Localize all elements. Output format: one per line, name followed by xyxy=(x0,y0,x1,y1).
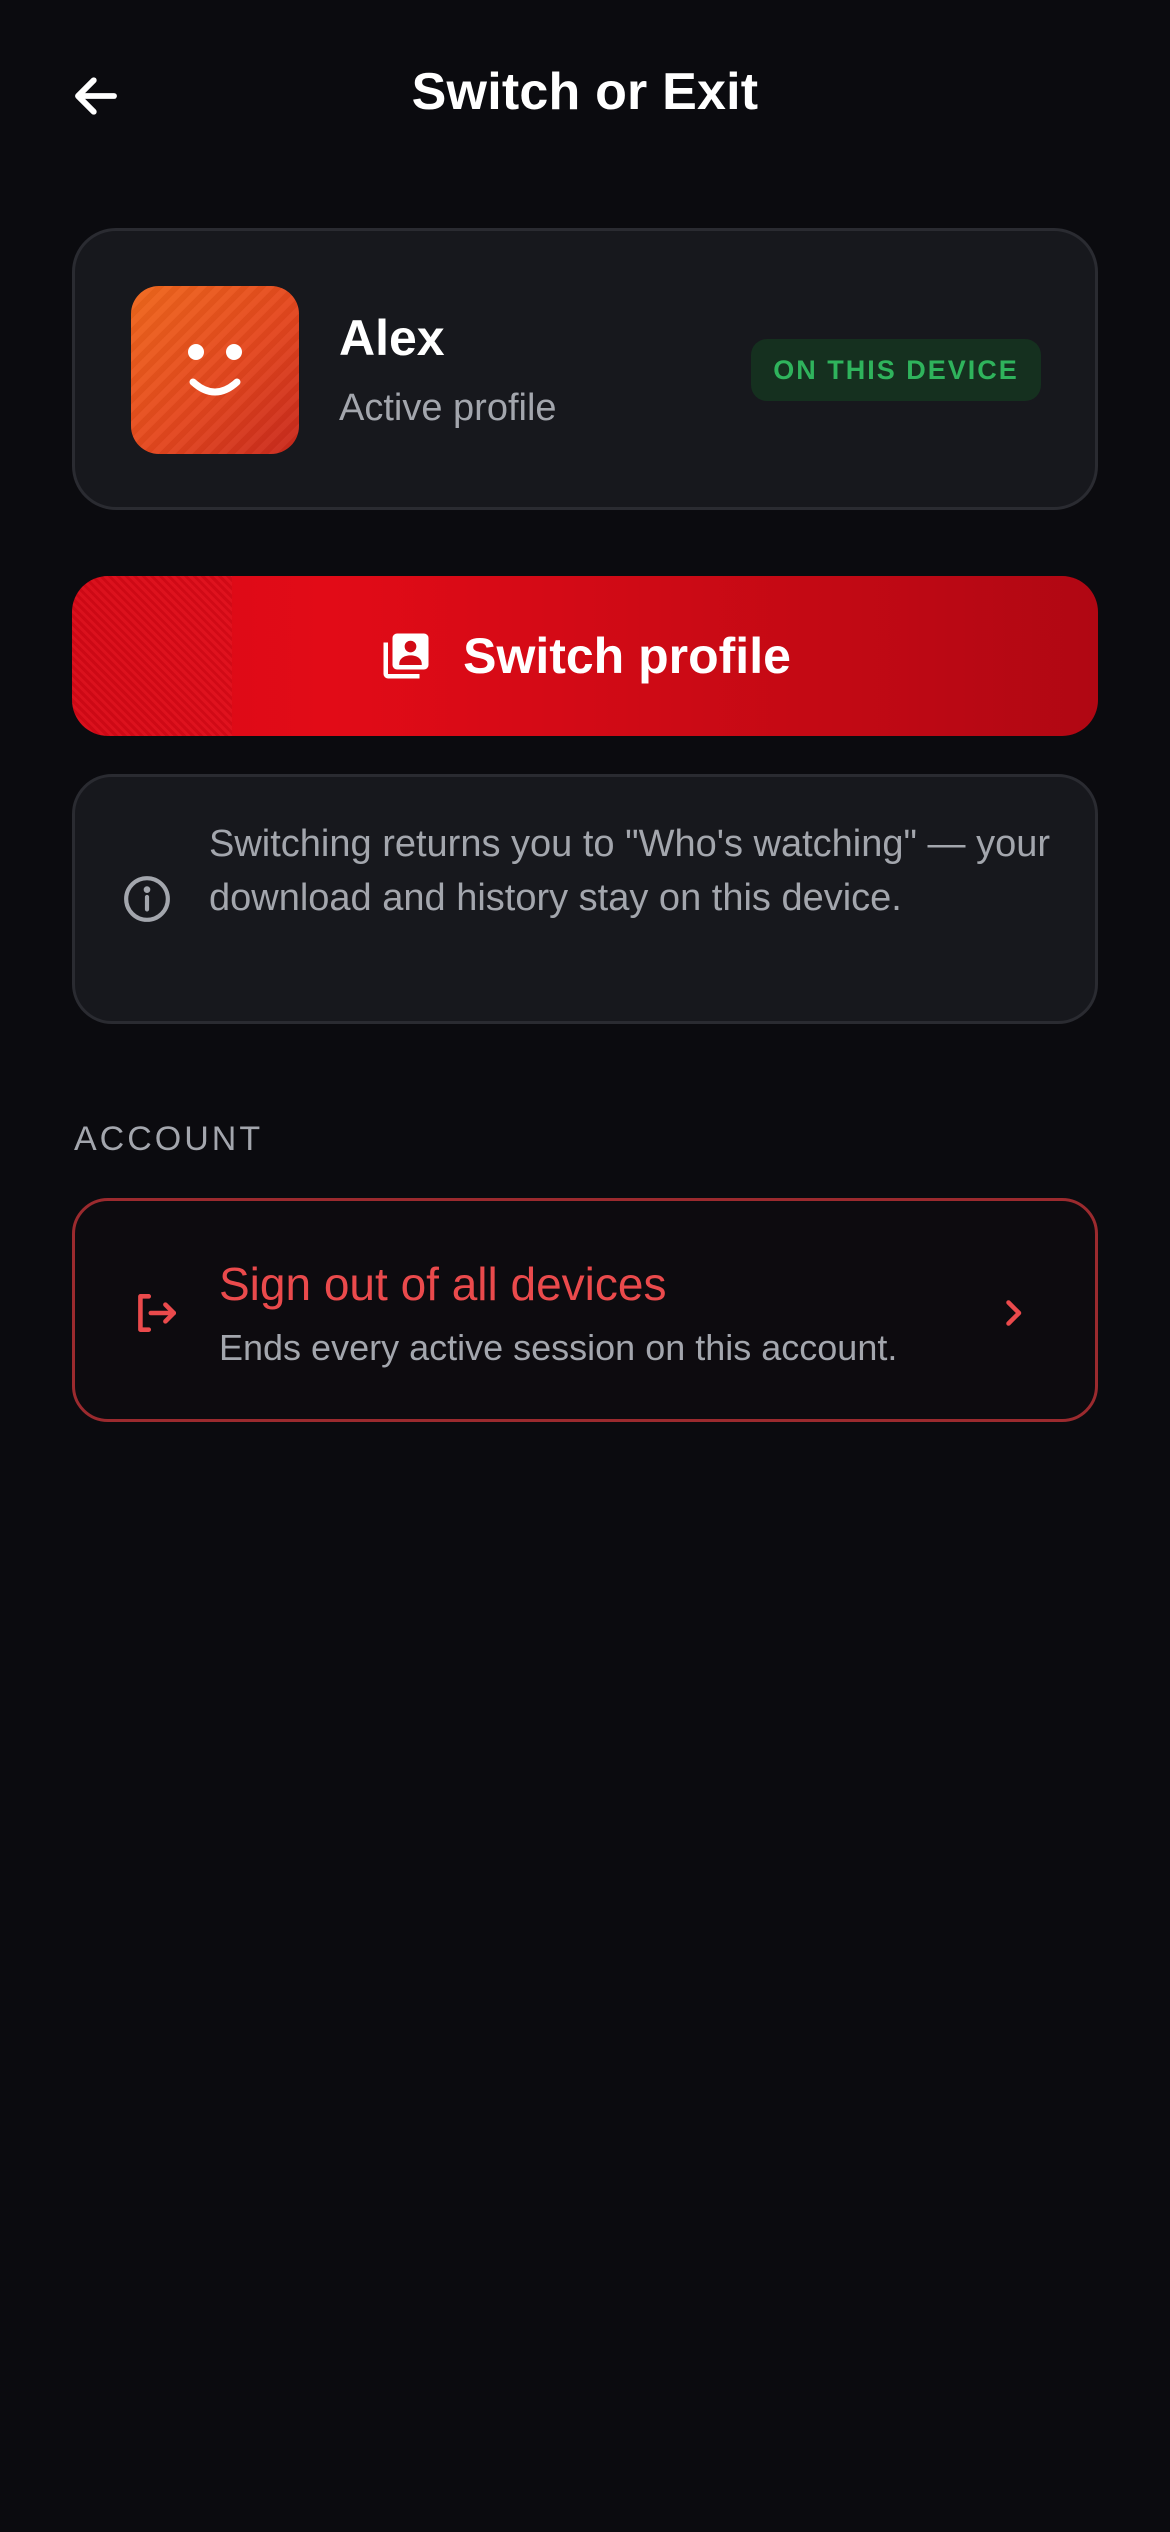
chevron-right-icon xyxy=(993,1293,1033,1333)
profile-status: Active profile xyxy=(339,387,557,429)
logout-icon xyxy=(129,1287,181,1339)
section-label-account: ACCOUNT xyxy=(74,1120,264,1158)
device-badge: ON THIS DEVICE xyxy=(751,339,1041,401)
active-profile-card: Alex Active profile ON THIS DEVICE xyxy=(72,228,1098,510)
info-circle-icon xyxy=(121,873,173,925)
sign-out-description: Ends every active session on this accoun… xyxy=(219,1327,898,1368)
profiles-stack-icon xyxy=(379,629,433,683)
sign-out-title: Sign out of all devices xyxy=(219,1258,667,1310)
info-note: Switching returns you to "Who's watching… xyxy=(72,774,1098,1024)
avatar xyxy=(131,286,299,454)
switch-profile-button[interactable]: Switch profile xyxy=(72,576,1098,736)
profile-name: Alex xyxy=(339,310,445,366)
page-title: Switch or Exit xyxy=(411,63,759,121)
info-text: Switching returns you to "Who's watching… xyxy=(209,823,1051,919)
switch-profile-label: Switch profile xyxy=(463,628,791,684)
smiley-face-icon xyxy=(188,344,242,396)
sign-out-all-devices-button[interactable]: Sign out of all devices Ends every activ… xyxy=(72,1198,1098,1422)
header: Switch or Exit xyxy=(0,0,1170,190)
switch-or-exit-screen: Switch or Exit Alex Active profile ON TH… xyxy=(0,0,1170,2532)
